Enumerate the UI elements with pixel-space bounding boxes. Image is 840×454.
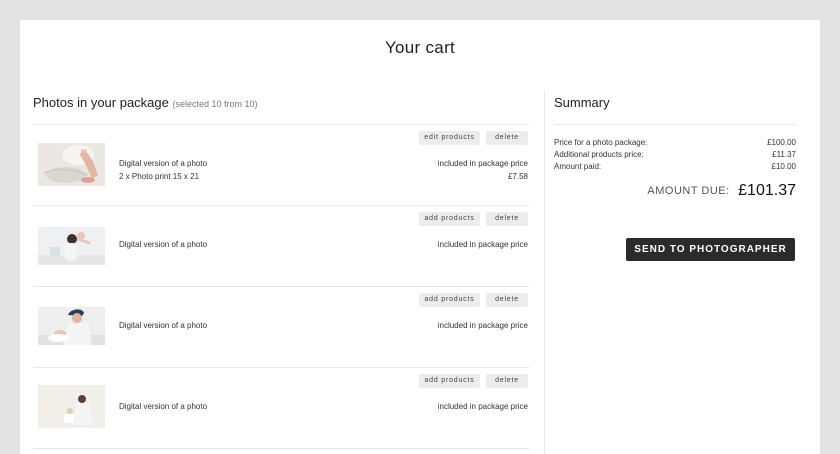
cart-item: add products delete Digital version of a…	[33, 206, 529, 287]
photo-thumbnail[interactable]	[38, 307, 105, 350]
delete-button[interactable]: delete	[486, 374, 528, 388]
summary-value: £100.00	[767, 138, 796, 147]
delete-button[interactable]: delete	[486, 212, 528, 226]
product-description: 2 x Photo print 15 x 21	[119, 172, 200, 181]
summary-panel: Summary Price for a photo package: £100.…	[554, 90, 796, 261]
photo-thumbnail[interactable]	[38, 227, 105, 270]
product-price: included in package price	[437, 402, 528, 411]
page-title: Your cart	[384, 38, 456, 57]
cart-item: edit products delete Digital version of …	[33, 125, 529, 206]
product-price: included in package price	[437, 240, 528, 249]
amount-due-value: £101.37	[738, 182, 796, 199]
summary-label: Additional products price:	[554, 150, 644, 159]
amount-due-label: AMOUNT DUE:	[647, 185, 730, 197]
amount-due: AMOUNT DUE: £101.37	[554, 182, 796, 200]
summary-value: £10.00	[771, 162, 796, 171]
product-description: Digital version of a photo	[119, 240, 208, 249]
cart-item: add products delete Digital version of a…	[33, 287, 529, 368]
photo-thumbnail[interactable]	[38, 385, 105, 428]
column-divider	[544, 90, 545, 454]
summary-row: Additional products price: £11.37	[554, 150, 796, 162]
edit-products-button[interactable]: edit products	[419, 131, 480, 145]
product-price: included in package price	[437, 159, 528, 168]
photo-thumbnail[interactable]	[38, 143, 105, 186]
package-title: Photos in your package	[33, 95, 169, 110]
summary-row: Amount paid: £10.00	[554, 162, 796, 174]
cart-item: add products delete Digital version of a…	[33, 368, 529, 449]
summary-value: £11.37	[772, 150, 796, 159]
product-price: included in package price	[437, 321, 528, 330]
summary-label: Amount paid:	[554, 162, 602, 171]
cart-card: Your cart Photos in your package (select…	[20, 20, 820, 454]
delete-button[interactable]: delete	[486, 293, 528, 307]
add-products-button[interactable]: add products	[419, 374, 480, 388]
delete-button[interactable]: delete	[486, 131, 528, 145]
product-description: Digital version of a photo	[119, 321, 208, 330]
summary-row: Price for a photo package: £100.00	[554, 138, 796, 150]
package-selection-count: (selected 10 from 10)	[172, 99, 258, 109]
product-description: Digital version of a photo	[119, 402, 208, 411]
send-to-photographer-button[interactable]: SEND TO PHOTOGRAPHER	[626, 238, 795, 261]
summary-label: Price for a photo package:	[554, 138, 648, 147]
add-products-button[interactable]: add products	[419, 212, 480, 226]
package-section: Photos in your package (selected 10 from…	[33, 90, 529, 449]
package-heading: Photos in your package (selected 10 from…	[33, 90, 529, 125]
summary-title: Summary	[554, 90, 796, 125]
product-price: £7.58	[507, 172, 528, 181]
product-description: Digital version of a photo	[119, 159, 208, 168]
add-products-button[interactable]: add products	[419, 293, 480, 307]
